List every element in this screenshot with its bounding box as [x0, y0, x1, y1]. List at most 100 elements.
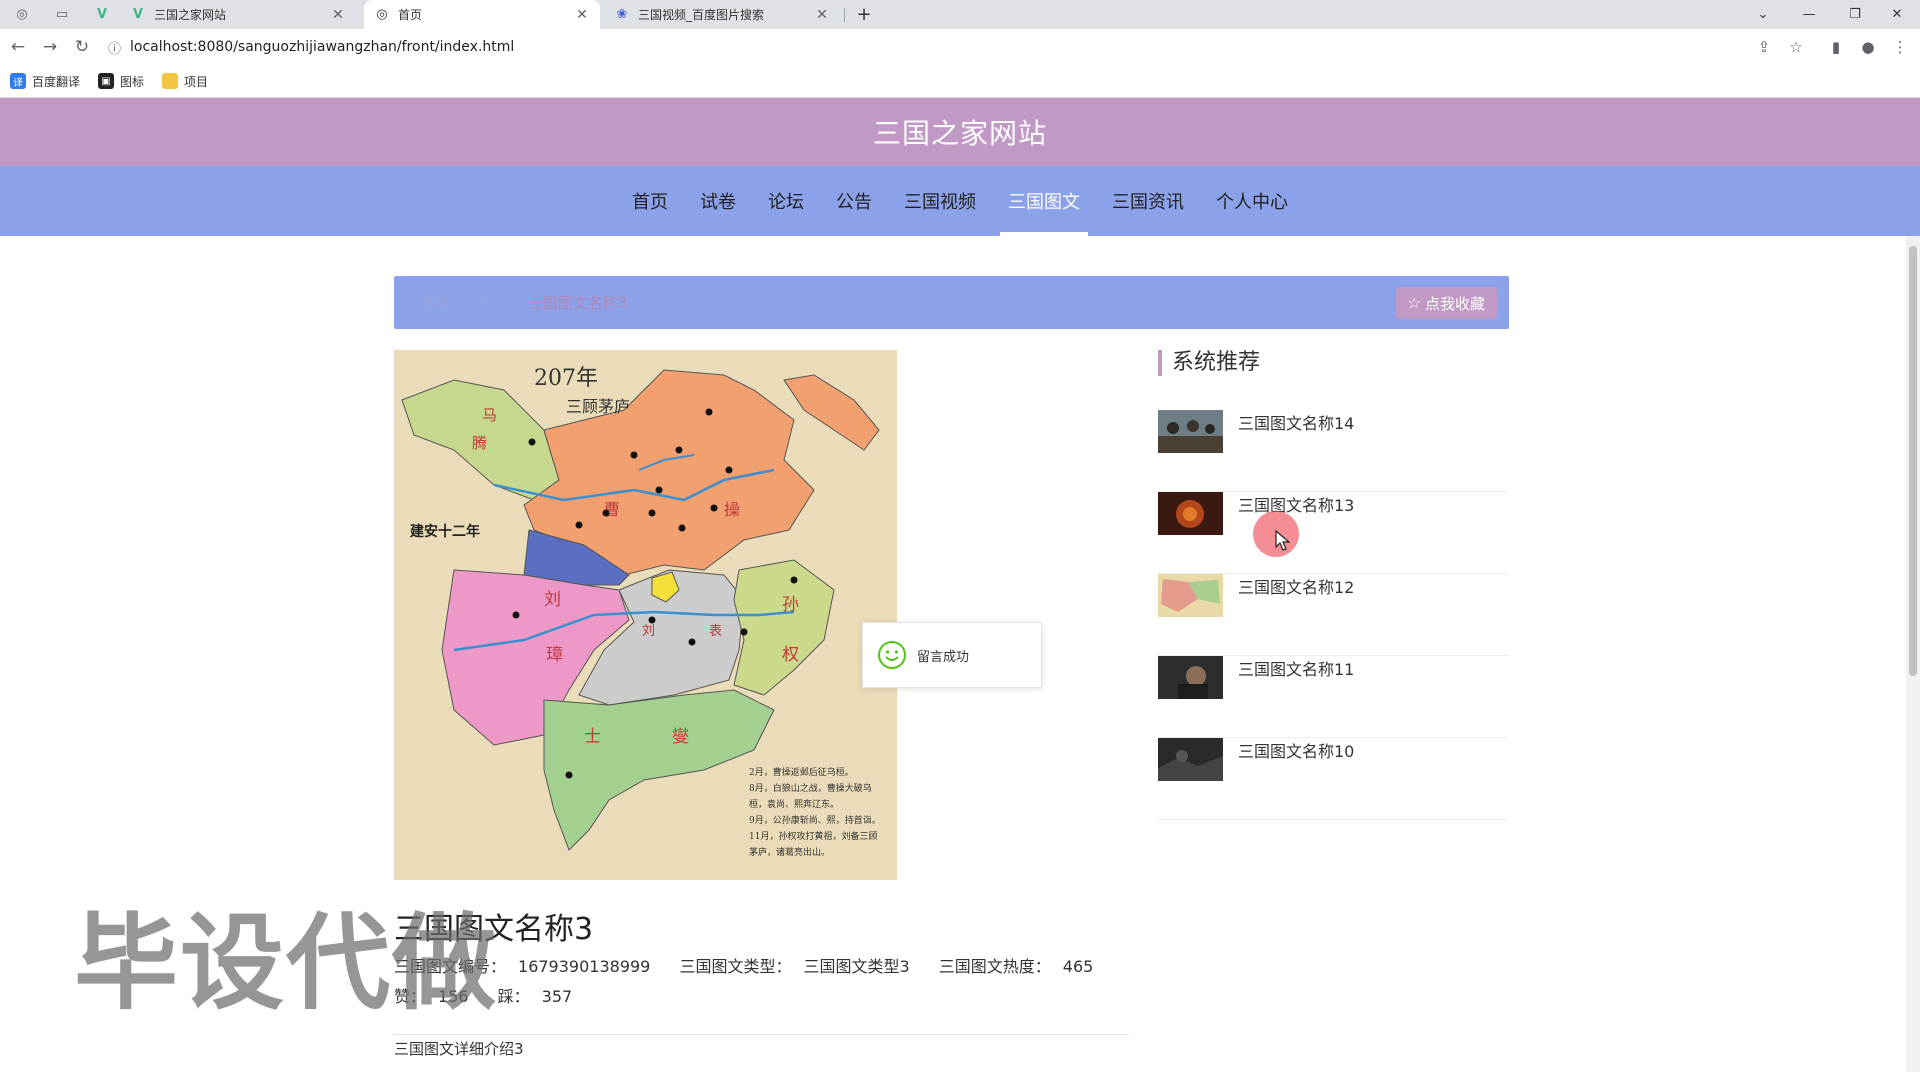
map-note-3: 桓，袁尚、熙奔辽东。	[749, 798, 839, 810]
content-divider	[394, 1034, 1129, 1035]
watermark-text: 毕设代做	[74, 902, 499, 1024]
recommend-title[interactable]: 三国图文名称11	[1238, 656, 1354, 680]
close-icon[interactable]: ✕	[814, 7, 830, 23]
map-label-shi: 士	[584, 727, 601, 747]
close-icon[interactable]: ✕	[330, 7, 346, 23]
bookmarks-bar: 译 百度翻译 ▣ 图标 项目	[0, 65, 1920, 98]
success-toast: 留言成功	[862, 622, 1042, 688]
sidepanel-icon[interactable]: ▮	[1824, 35, 1848, 59]
tab-sanguo-site[interactable]: V 三国之家网站 ✕	[120, 0, 356, 29]
browser-tab-bar: ◎ ▭ V V 三国之家网站 ✕ ◎ 首页 ✕ ❀ 三国视频_百度图片搜索 ✕ …	[0, 0, 1920, 29]
recommend-item[interactable]: 三国图文名称12	[1158, 574, 1508, 656]
reload-icon[interactable]: ↻	[70, 35, 94, 59]
map-label-biao: 表	[709, 624, 722, 639]
article-image: 207年 三顾茅庐 建安十二年 马 腾 曹 操 刘 璋 孙 权 刘 表 士 燮 …	[394, 350, 897, 880]
recommend-item[interactable]: 三国图文名称11	[1158, 656, 1508, 738]
star-icon[interactable]: ☆	[1784, 35, 1808, 59]
back-icon[interactable]: ←	[6, 35, 30, 59]
smile-icon	[878, 641, 906, 669]
vue-icon: V	[132, 7, 144, 22]
map-note-1: 2月，曹操返邺后征乌桓。	[749, 766, 854, 778]
blank-tab-icon[interactable]: ▭	[44, 0, 80, 29]
image-icon: ▣	[98, 73, 115, 89]
article-meta: 三国图文编号： 1679390138999 三国图文类型： 三国图文类型3 三国图文…	[394, 952, 1129, 1012]
close-window-button[interactable]: ✕	[1874, 0, 1920, 29]
forward-icon[interactable]: →	[38, 35, 62, 59]
bookmark-icons[interactable]: ▣ 图标	[98, 73, 144, 90]
nav-exam[interactable]: 试卷	[684, 166, 752, 236]
recommend-thumbnail[interactable]	[1158, 410, 1223, 453]
tab-title: 首页	[398, 8, 423, 22]
page-scrollbar[interactable]	[1906, 236, 1920, 1072]
recommend-item[interactable]: 三国图文名称14	[1158, 410, 1508, 492]
folder-icon	[162, 73, 179, 89]
map-year: 207年	[534, 366, 598, 391]
tab-search-icon[interactable]: ⌄	[1740, 0, 1786, 29]
meta-label: 踩：	[497, 987, 530, 1006]
info-icon[interactable]: ⓘ	[108, 38, 130, 57]
nav-article[interactable]: 三国图文	[992, 166, 1096, 236]
map-label-zhang: 璋	[546, 645, 563, 665]
map-label-cao2: 操	[724, 500, 740, 519]
site-header: 三国之家网站	[0, 98, 1920, 166]
recommend-title[interactable]: 三国图文名称13	[1238, 492, 1354, 516]
meta-label: 三国图文热度：	[938, 957, 1051, 976]
nav-home[interactable]: 首页	[616, 166, 684, 236]
nav-video[interactable]: 三国视频	[888, 166, 992, 236]
tab-baidu-search[interactable]: ❀ 三国视频_百度图片搜索 ✕	[604, 0, 840, 29]
recommend-title[interactable]: 三国图文名称14	[1238, 410, 1354, 434]
recommend-item[interactable]: 三国图文名称10	[1158, 738, 1508, 820]
nav-forum[interactable]: 论坛	[752, 166, 820, 236]
close-icon[interactable]: ✕	[574, 7, 590, 23]
map-note-2: 8月，白狼山之战，曹操大破乌	[749, 782, 872, 794]
map-label-liu: 刘	[544, 590, 561, 610]
bookmark-baidu-translate[interactable]: 译 百度翻译	[10, 73, 80, 90]
recommend-title[interactable]: 三国图文名称10	[1238, 738, 1354, 762]
mouse-cursor-icon	[1275, 530, 1291, 551]
meta-value: 357	[541, 987, 573, 1006]
meta-dislike[interactable]: 踩： 357	[498, 987, 585, 1006]
recommend-item[interactable]: 三国图文名称13	[1158, 492, 1508, 574]
restore-button[interactable]: ❐	[1832, 0, 1878, 29]
map-era: 建安十二年	[410, 523, 480, 540]
nav-news[interactable]: 三国资讯	[1096, 166, 1200, 236]
menu-icon[interactable]: ⋮	[1888, 35, 1912, 59]
breadcrumb-separator: /	[480, 292, 486, 310]
bookmark-label: 百度翻译	[32, 74, 81, 89]
recommend-thumbnail[interactable]	[1158, 656, 1223, 699]
star-icon: ☆	[1407, 294, 1421, 312]
breadcrumb: 首页 / 三国图文名称3 ☆ 点我收藏	[394, 276, 1509, 329]
vue-icon[interactable]: V	[84, 0, 120, 29]
scrollbar-thumb[interactable]	[1909, 246, 1917, 676]
tab-title: 三国视频_百度图片搜索	[638, 8, 765, 22]
globe-icon[interactable]: ◎	[4, 0, 40, 29]
recommend-title[interactable]: 三国图文名称12	[1238, 574, 1354, 598]
url-field[interactable]: ⓘ localhost:8080/sanguozhijiawangzhan/fr…	[108, 33, 1798, 61]
bookmark-label: 项目	[184, 74, 209, 89]
new-tab-button[interactable]: +	[852, 0, 876, 29]
toast-text: 留言成功	[917, 649, 970, 665]
breadcrumb-home[interactable]: 首页	[420, 292, 450, 313]
nav-profile[interactable]: 个人中心	[1200, 166, 1304, 236]
share-icon[interactable]: ⇪	[1752, 35, 1776, 59]
meta-heat: 三国图文热度： 465	[939, 957, 1106, 976]
map-label-ma: 马	[482, 406, 497, 424]
site-title: 三国之家网站	[872, 117, 1047, 150]
map-note-4: 9月，公孙康斩尚、熙，持首诣。	[749, 814, 881, 826]
bookmark-project[interactable]: 项目	[162, 73, 208, 90]
recommend-thumbnail[interactable]	[1158, 492, 1223, 535]
favorite-label: 点我收藏	[1424, 294, 1485, 313]
article-description: 三国图文详细介绍3	[394, 1040, 524, 1058]
meta-type: 三国图文类型： 三国图文类型3	[679, 957, 921, 976]
recommend-thumbnail[interactable]	[1158, 574, 1223, 617]
favorite-button[interactable]: ☆ 点我收藏	[1395, 287, 1497, 319]
profile-icon[interactable]: ●	[1856, 35, 1880, 59]
tab-home[interactable]: ◎ 首页 ✕	[364, 0, 600, 29]
recommend-thumbnail[interactable]	[1158, 738, 1223, 781]
nav-notice[interactable]: 公告	[820, 166, 888, 236]
minimize-button[interactable]: —	[1786, 0, 1832, 29]
map-label-quan: 权	[782, 645, 799, 665]
three-kingdoms-map: 207年 三顾茅庐 建安十二年 马 腾 曹 操 刘 璋 孙 权 刘 表 士 燮 …	[394, 350, 897, 880]
tab-title: 三国之家网站	[154, 8, 227, 22]
map-label-teng: 腾	[472, 434, 487, 452]
